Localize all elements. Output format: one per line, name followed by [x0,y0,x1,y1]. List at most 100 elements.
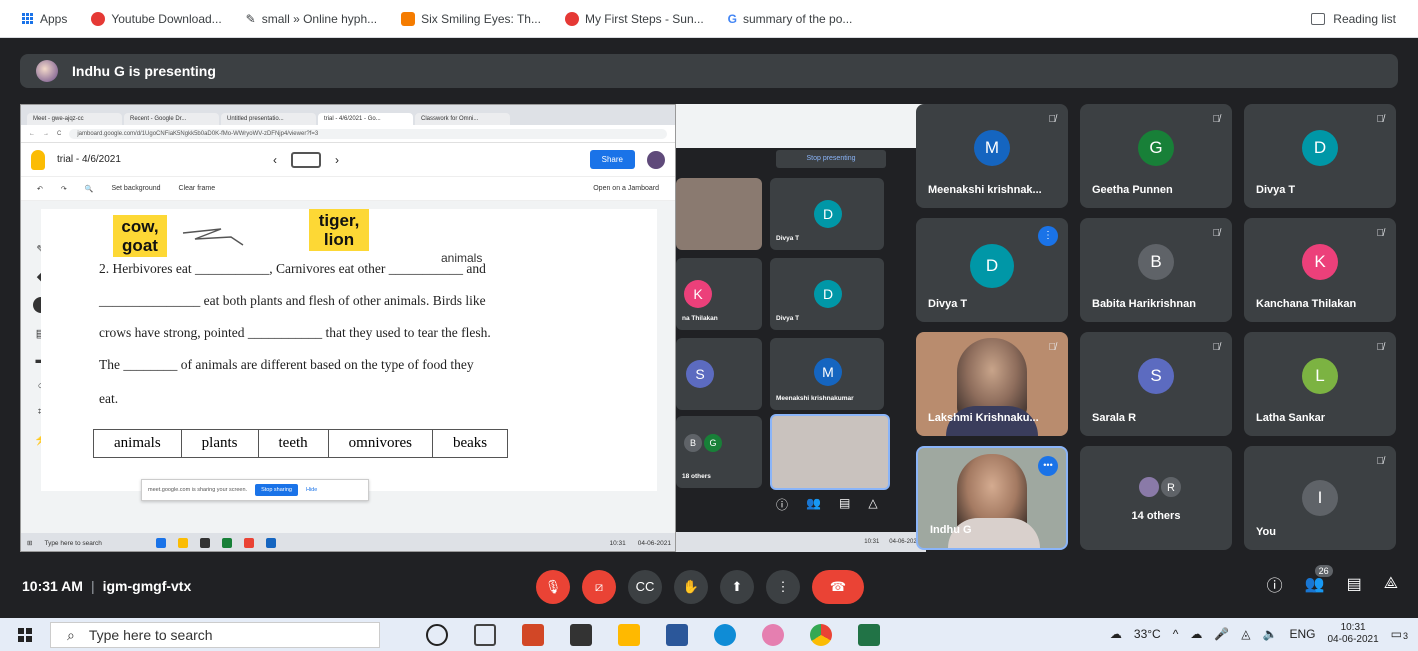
redo-icon[interactable]: ↷ [61,185,67,193]
presenter-video-tile[interactable] [770,414,890,490]
file-explorer-icon[interactable] [618,624,640,646]
participant-tile[interactable]: 🎙̸ D Divya T [1244,104,1396,208]
participant-tile[interactable]: M Meenakshi krishnakumar [770,338,884,410]
browser-tab[interactable]: Untitled presentatio... [221,113,316,125]
activities-icon[interactable]: ⟁ [1384,575,1398,593]
clear-frame-button[interactable]: Clear frame [179,185,216,192]
bookmark-my-first-steps[interactable]: My First Steps - Sun... [564,11,704,26]
bookmark-online-hyph[interactable]: ✎ small » Online hyph... [246,12,377,26]
participant-tile[interactable]: 🎙̸ M Meenakshi krishnak... [916,104,1068,208]
powerpoint-icon[interactable] [522,624,544,646]
captions-button[interactable]: CC [628,570,662,604]
edge-icon[interactable] [714,624,736,646]
people-icon[interactable]: 👥 [806,496,821,513]
browser-tab[interactable]: Recent - Google Dr... [124,113,219,125]
set-background-button[interactable]: Set background [111,185,160,192]
participant-video-tile[interactable] [676,178,762,250]
more-options-icon[interactable]: ••• [1038,456,1058,476]
reading-list[interactable]: Reading list [1311,12,1396,26]
participant-tile[interactable]: 🎙̸ G Geetha Punnen [1080,104,1232,208]
info-icon[interactable]: ⓘ [776,496,788,513]
camera-off-button[interactable]: ⧄ [582,570,616,604]
language[interactable]: ENG [1289,627,1315,641]
bookmark-youtube-download[interactable]: Youtube Download... [91,11,222,26]
paint-icon[interactable] [762,624,784,646]
undo-icon[interactable]: ↶ [37,185,43,193]
open-jamboard-button[interactable]: Open on a Jamboard [593,185,659,192]
onedrive-icon[interactable]: ☁ [1190,627,1202,641]
participant-video-tile[interactable]: 🎙̸ Lakshmi Krishnaku... [916,332,1068,436]
participant-tile[interactable]: 🎙̸ S Sarala R [1080,332,1232,436]
store-icon[interactable] [570,624,592,646]
self-tile[interactable]: 🎙̸ I You [1244,446,1396,550]
bookmark-summary[interactable]: G summary of the po... [728,12,853,26]
info-icon[interactable]: ⓘ [1267,572,1283,596]
present-button[interactable]: ⬆ [720,570,754,604]
url-field[interactable]: jamboard.google.com/d/1UgoCNFiaK5Ngkk5b0… [69,128,667,139]
stop-sharing-button[interactable]: Stop sharing [255,484,298,496]
windows-icon[interactable]: ⊞ [27,539,32,547]
forward-icon[interactable]: → [43,131,49,137]
participant-tile[interactable]: D Divya T [770,258,884,330]
participant-tile[interactable]: ⋮ D Divya T [916,218,1068,322]
sticky-note[interactable]: tiger, lion [309,209,369,251]
jamboard-frame[interactable]: cow, goat tiger, lion animals 2. Herbivo… [41,209,657,501]
chevron-right-icon[interactable]: › [335,153,339,167]
chrome-icon[interactable] [810,624,832,646]
others-tile[interactable]: B G 18 others [676,416,762,488]
chevron-up-icon[interactable]: ^ [1173,627,1179,641]
temperature[interactable]: 33°C [1134,627,1161,641]
participant-tile[interactable]: S [676,338,762,410]
wifi-icon[interactable]: ◬ [1241,627,1250,641]
bookmark-apps[interactable]: Apps [22,12,67,26]
app-icon[interactable] [178,538,189,548]
mic-off-button[interactable]: 🎙 [536,570,570,604]
mic-icon[interactable]: 🎤 [1214,627,1229,641]
chevron-left-icon[interactable]: ‹ [273,153,277,167]
bookmark-six-smiling-eyes[interactable]: Six Smiling Eyes: Th... [401,11,541,26]
task-view-icon[interactable] [474,624,496,646]
browser-tab[interactable]: Meet - gwe-ajqz-cc [27,113,122,125]
taskbar-search-input[interactable]: ⌕ Type here to search [50,622,380,648]
notifications-icon[interactable]: ▭ 3 [1391,627,1408,641]
reload-icon[interactable]: C [57,131,61,137]
app-icon[interactable] [222,538,233,548]
volume-icon[interactable]: 🔈 [1263,627,1278,641]
raise-hand-button[interactable]: ✋ [674,570,708,604]
stop-presenting-button[interactable]: Stop presenting [776,150,886,168]
taskbar-clock[interactable]: 10:31 04-06-2021 [1328,622,1379,646]
hide-button[interactable]: Hide [306,487,317,493]
activities-icon[interactable]: △ [868,496,877,513]
end-call-button[interactable]: ☎ [812,570,864,604]
frame-thumbnail[interactable] [290,151,321,168]
word-icon[interactable] [666,624,688,646]
back-icon[interactable]: ← [29,131,35,137]
chat-icon[interactable]: ▤ [839,496,850,513]
app-icon[interactable] [244,538,255,548]
app-icon[interactable] [156,538,167,548]
zoom-icon[interactable]: 🔍 [85,185,94,193]
app-icon[interactable] [200,538,211,548]
sticky-note[interactable]: cow, goat [113,215,167,257]
cortana-icon[interactable] [426,624,448,646]
more-options-button[interactable]: ⋮ [766,570,800,604]
chat-icon[interactable]: ▤ [1347,574,1362,594]
avatar[interactable] [647,150,665,169]
participant-tile[interactable]: K na Thilakan [676,258,762,330]
share-button[interactable]: Share [589,150,635,169]
others-tile[interactable]: R 14 others [1080,446,1232,550]
participant-tile[interactable]: 🎙̸ K Kanchana Thilakan [1244,218,1396,322]
participant-tile[interactable]: 🎙̸ B Babita Harikrishnan [1080,218,1232,322]
excel-icon[interactable] [858,624,880,646]
weather-icon[interactable]: ☁ [1110,627,1122,641]
browser-tab-active[interactable]: trial - 4/6/2021 - Go... [318,113,413,125]
presenter-video-tile[interactable]: ••• Indhu G [916,446,1068,550]
participant-tile[interactable]: D Divya T [770,178,884,250]
browser-tab[interactable]: Classwork for Omni... [415,113,510,125]
people-button[interactable]: 👥 26 [1305,565,1333,594]
participant-tile[interactable]: 🎙̸ L Latha Sankar [1244,332,1396,436]
app-icon[interactable] [266,538,277,548]
taskbar-search[interactable]: Type here to search [44,540,144,547]
jam-title[interactable]: trial - 4/6/2021 [57,154,121,165]
windows-start-icon[interactable] [18,628,32,642]
